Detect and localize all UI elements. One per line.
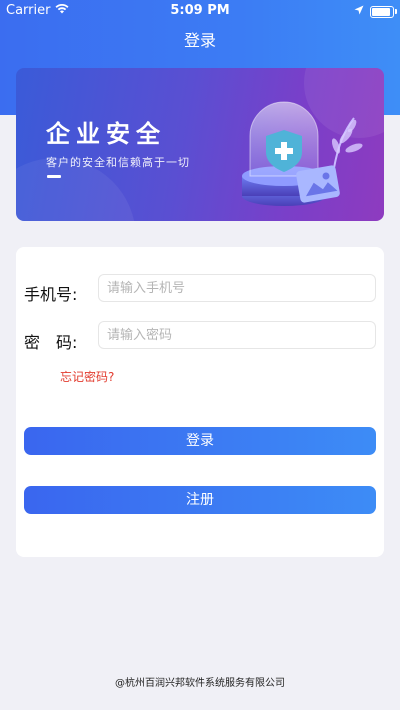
status-right [354, 4, 397, 19]
battery-fill [372, 7, 390, 16]
status-bar: Carrier 5:09 PM [0, 0, 400, 22]
phone-input[interactable] [98, 274, 376, 302]
register-button[interactable]: 注册 [24, 486, 376, 514]
login-form: 手机号: 密 码: 忘记密码? 登录 注册 [16, 247, 384, 557]
banner-divider [47, 175, 61, 178]
banner-title: 企业安全 [46, 120, 166, 148]
banner-subtitle: 客户的安全和信赖高于一切 [46, 156, 190, 169]
footer-copyright: @杭州百润兴邦软件系统服务有限公司 [115, 678, 285, 689]
password-label: 密 码: [24, 333, 78, 352]
page-title: 登录 [183, 31, 216, 50]
password-input[interactable] [98, 321, 376, 349]
status-time: 5:09 PM [170, 3, 230, 18]
promo-banner: 企业安全 客户的安全和信赖高于一切 [16, 68, 384, 221]
phone-label: 手机号: [24, 285, 78, 304]
battery-icon [370, 5, 397, 18]
security-illustration [242, 101, 363, 206]
login-button[interactable]: 登录 [24, 427, 376, 455]
leaf-icon [331, 117, 363, 169]
image-icon [296, 165, 340, 203]
location-arrow-icon [354, 4, 364, 19]
forgot-password-link[interactable]: 忘记密码? [60, 368, 114, 385]
